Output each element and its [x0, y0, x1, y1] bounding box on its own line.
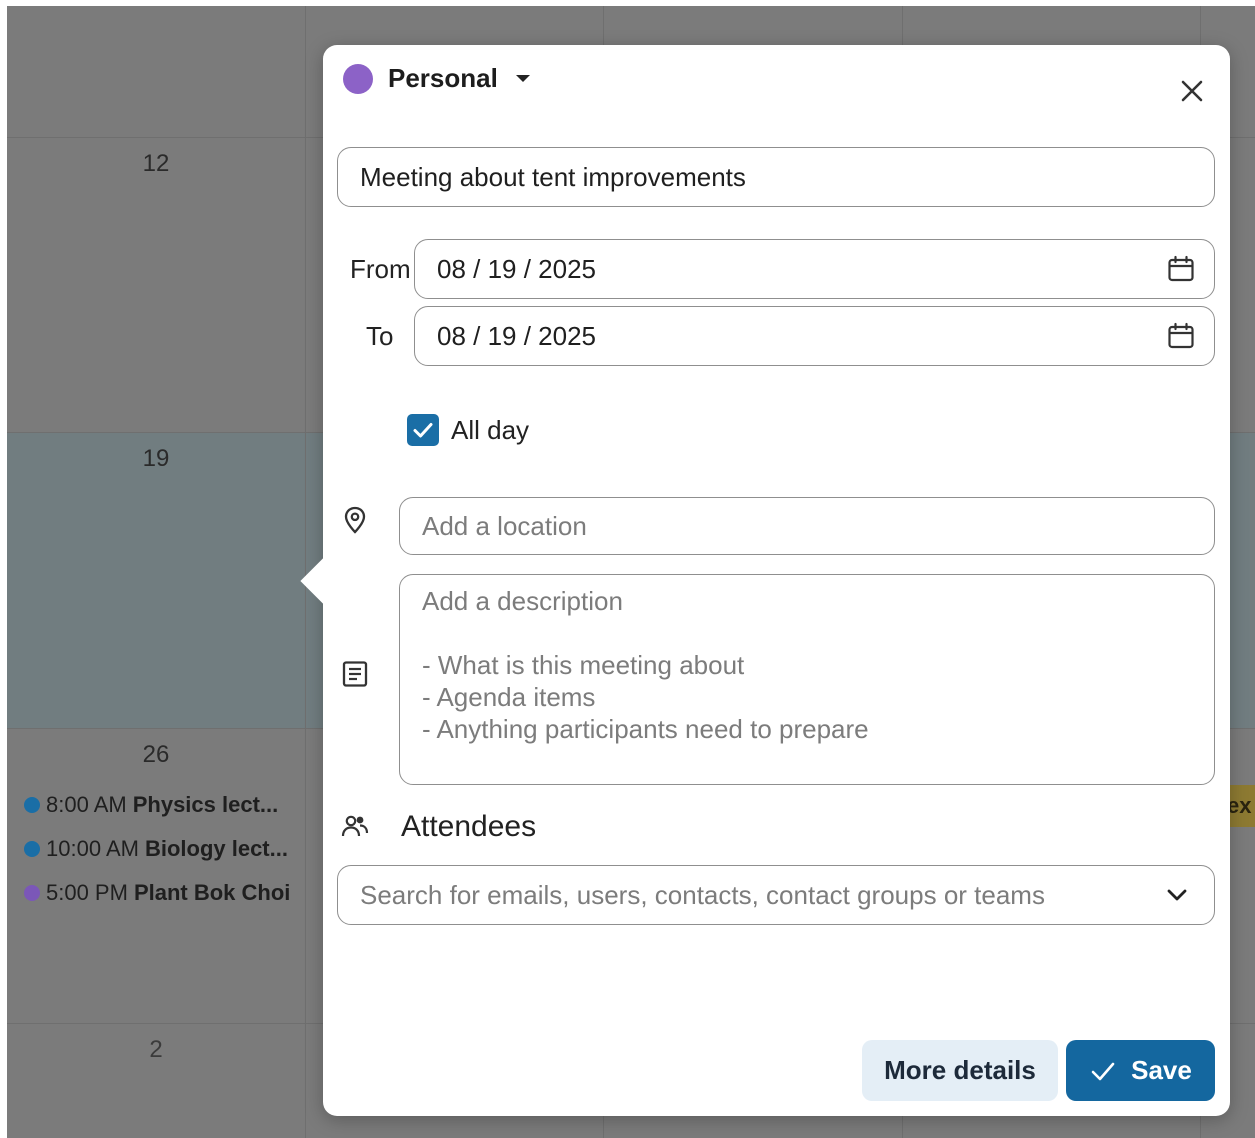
event-title: Biology lect...: [144, 836, 288, 861]
save-button[interactable]: Save: [1066, 1040, 1215, 1101]
save-label: Save: [1131, 1055, 1192, 1085]
day-number[interactable]: 19: [7, 445, 305, 473]
calendar-name: Personal: [388, 63, 498, 93]
close-button[interactable]: [1174, 73, 1210, 109]
description-input[interactable]: [400, 575, 1214, 784]
attendees-search-input[interactable]: [338, 866, 1164, 924]
attendees-label: Attendees: [401, 810, 537, 843]
location-pin-icon: [344, 506, 366, 534]
calendar-event[interactable]: 10:00 AM Biology lect...: [24, 836, 308, 862]
day-number[interactable]: 2: [7, 1036, 305, 1064]
checkmark-icon: [413, 423, 433, 438]
description-icon: [342, 661, 368, 687]
event-time: 8:00 AM: [46, 792, 127, 817]
day-number[interactable]: 26: [7, 741, 305, 769]
calendar-icon[interactable]: [1166, 254, 1196, 284]
more-details-button[interactable]: More details: [862, 1040, 1058, 1101]
to-label: To: [366, 321, 394, 351]
event-time: 10:00 AM: [46, 836, 139, 861]
day-number[interactable]: 12: [7, 150, 305, 178]
all-day-label: All day: [451, 414, 530, 445]
event-title-field[interactable]: [337, 147, 1215, 207]
event-color-dot: [24, 885, 40, 901]
all-day-toggle[interactable]: All day: [407, 414, 529, 446]
all-day-checkbox[interactable]: [407, 414, 439, 446]
from-date-field[interactable]: 08 / 19 / 2025: [414, 239, 1215, 299]
event-color-dot: [24, 841, 40, 857]
event-title-input[interactable]: [338, 148, 1214, 206]
people-icon: [341, 815, 369, 837]
calendar-event[interactable]: 8:00 AM Physics lect...: [24, 792, 308, 818]
chevron-down-icon[interactable]: [1164, 882, 1190, 908]
calendar-event[interactable]: 5:00 PM Plant Bok Choi: [24, 880, 308, 906]
event-time: 5:00 PM: [46, 880, 128, 905]
location-field[interactable]: [399, 497, 1215, 555]
event-color-dot: [24, 797, 40, 813]
quick-event-dialog: Personal From 08 / 19 / 2025 To 08 / 19 …: [300, 45, 1230, 1116]
close-icon: [1181, 80, 1203, 102]
caret-down-icon: [515, 75, 530, 82]
check-icon: [1091, 1062, 1115, 1080]
from-date-value: 08 / 19 / 2025: [437, 253, 597, 284]
event-title: Plant Bok Choi: [133, 880, 291, 905]
to-date-value: 08 / 19 / 2025: [437, 320, 597, 351]
grid-line: [305, 6, 306, 1138]
event-title: Physics lect...: [132, 792, 279, 817]
from-label: From: [350, 254, 411, 284]
location-input[interactable]: [400, 498, 1214, 554]
calendar-color-dot: [343, 63, 373, 94]
description-field[interactable]: [399, 574, 1215, 785]
calendar-selector[interactable]: Personal: [343, 63, 530, 94]
to-date-field[interactable]: 08 / 19 / 2025: [414, 306, 1215, 366]
attendees-field[interactable]: [337, 865, 1215, 925]
calendar-icon[interactable]: [1166, 321, 1196, 351]
